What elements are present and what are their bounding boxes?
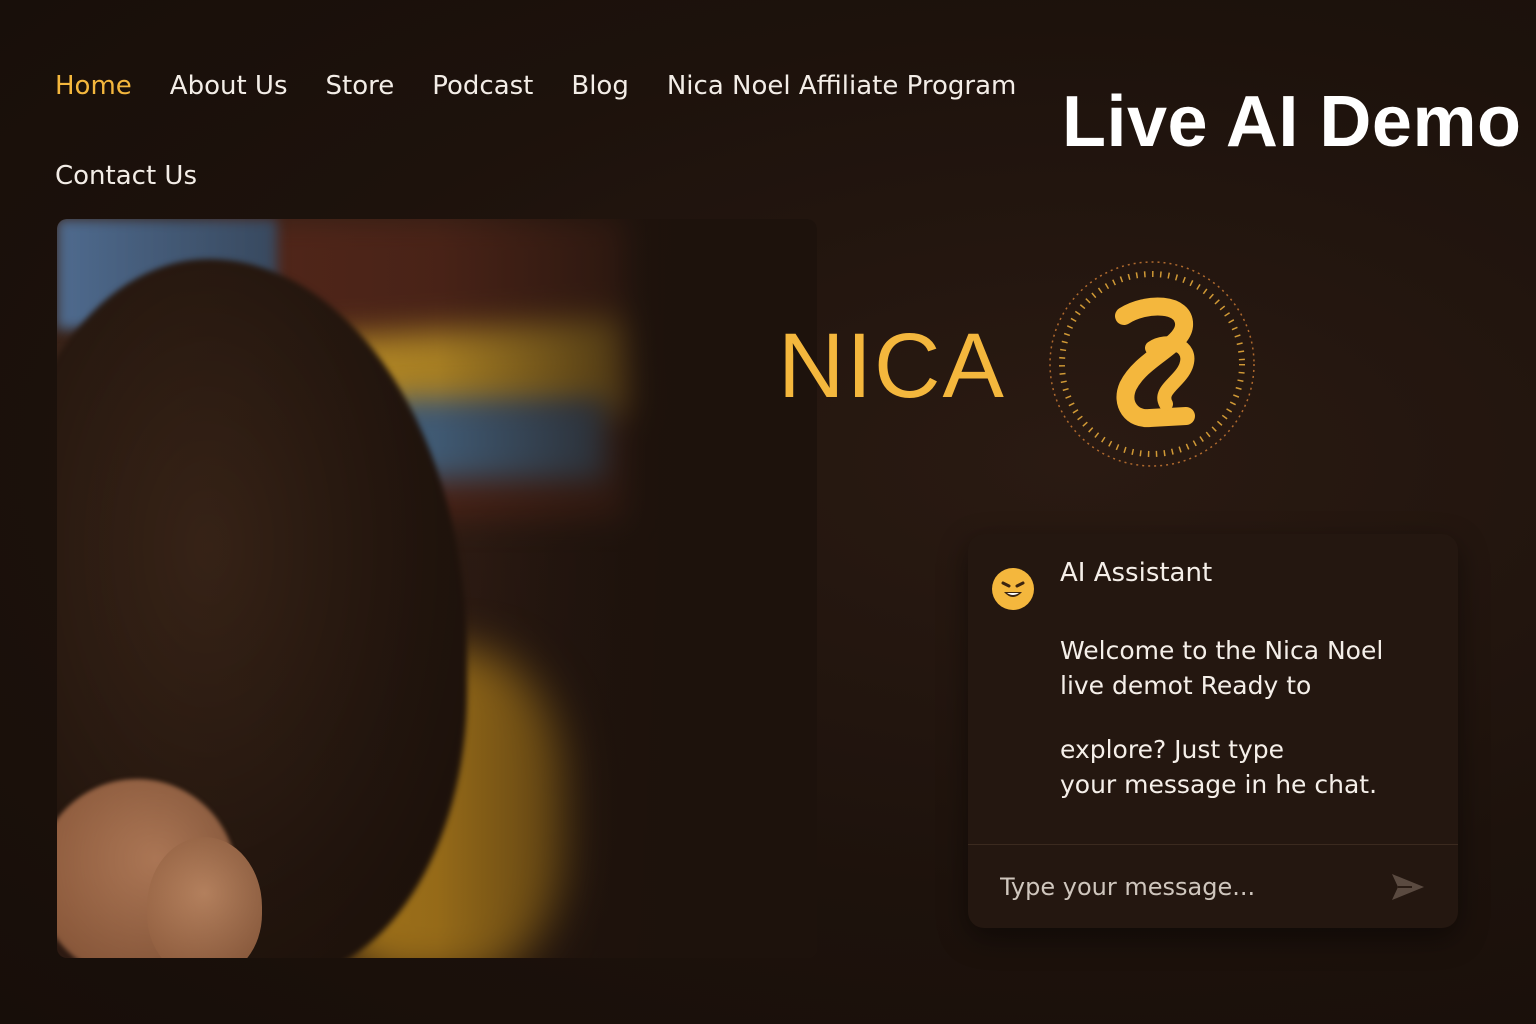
page: Home About Us Store Podcast Blog Nica No… [0, 0, 1536, 1024]
nav-podcast[interactable]: Podcast [432, 62, 533, 110]
chat-widget: AI Assistant Welcome to the Nica Noel li… [968, 534, 1458, 928]
nav-blog[interactable]: Blog [571, 62, 628, 110]
chat-divider [968, 844, 1458, 845]
nav-contact-us[interactable]: Contact Us [55, 152, 197, 200]
nica-monogram-icon [1046, 258, 1258, 470]
chat-message-input[interactable] [998, 864, 1382, 910]
smiley-avatar-icon [992, 568, 1034, 610]
page-title: Live AI Demo [1062, 82, 1522, 162]
message-line: explore? Just type [1060, 735, 1285, 764]
hero-photo [57, 219, 817, 958]
brand-name: NICA [778, 315, 1006, 417]
nav-store[interactable]: Store [326, 62, 395, 110]
message-line: your message in he chat. [1060, 770, 1378, 799]
main-nav: Home About Us Store Podcast Blog Nica No… [55, 62, 1045, 200]
nav-row-1: Home About Us Store Podcast Blog Nica No… [55, 62, 1045, 110]
assistant-name: AI Assistant [1060, 558, 1213, 588]
nav-about-us[interactable]: About Us [170, 62, 288, 110]
send-icon[interactable] [1388, 870, 1428, 904]
message-line: Welcome to the Nica Noel [1060, 636, 1384, 665]
assistant-message-part-2: explore? Just type your message in he ch… [1060, 732, 1377, 802]
assistant-message-part-1: Welcome to the Nica Noel live demot Read… [1060, 633, 1383, 703]
nav-affiliate-program[interactable]: Nica Noel Affiliate Program [667, 62, 1016, 110]
message-line: live demot Ready to [1060, 671, 1312, 700]
nav-home[interactable]: Home [55, 62, 132, 110]
nav-row-2: Contact Us [55, 152, 1045, 200]
